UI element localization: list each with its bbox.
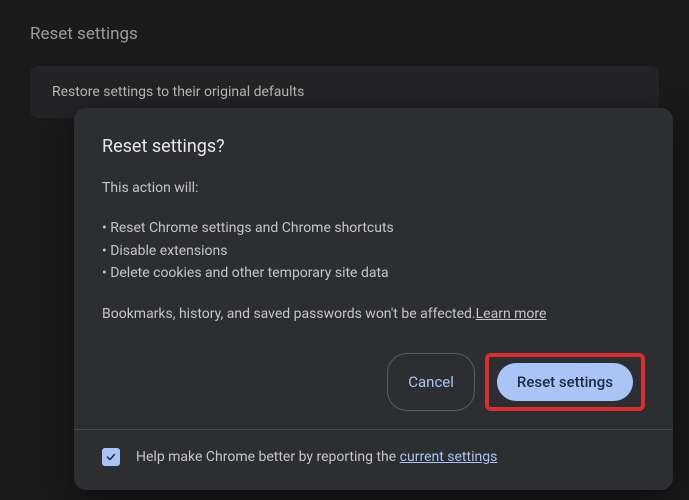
checkmark-icon	[105, 451, 117, 463]
bullet-item: • Reset Chrome settings and Chrome short…	[102, 217, 645, 239]
reset-settings-button[interactable]: Reset settings	[497, 363, 633, 401]
dialog-bullets: • Reset Chrome settings and Chrome short…	[102, 217, 645, 284]
learn-more-link[interactable]: Learn more	[476, 306, 547, 322]
page-title: Reset settings	[30, 24, 659, 44]
note-text: Bookmarks, history, and saved passwords …	[102, 306, 476, 322]
dialog-button-row: Cancel Reset settings	[102, 353, 645, 411]
footer-text: Help make Chrome better by reporting the…	[136, 449, 497, 465]
dialog-note: Bookmarks, history, and saved passwords …	[102, 303, 645, 325]
dialog-footer: Help make Chrome better by reporting the…	[102, 444, 645, 472]
reset-settings-dialog: Reset settings? This action will: • Rese…	[74, 108, 673, 490]
dialog-divider	[74, 429, 673, 430]
current-settings-link[interactable]: current settings	[400, 449, 498, 465]
bullet-item: • Delete cookies and other temporary sit…	[102, 262, 645, 284]
bullet-item: • Disable extensions	[102, 240, 645, 262]
dialog-body: This action will: • Reset Chrome setting…	[102, 177, 645, 325]
dialog-intro-text: This action will:	[102, 177, 645, 199]
dialog-title: Reset settings?	[102, 136, 645, 157]
highlight-box: Reset settings	[485, 353, 645, 411]
reporting-checkbox[interactable]	[102, 448, 120, 466]
footer-text-prefix: Help make Chrome better by reporting the	[136, 449, 400, 465]
cancel-button[interactable]: Cancel	[387, 353, 475, 411]
